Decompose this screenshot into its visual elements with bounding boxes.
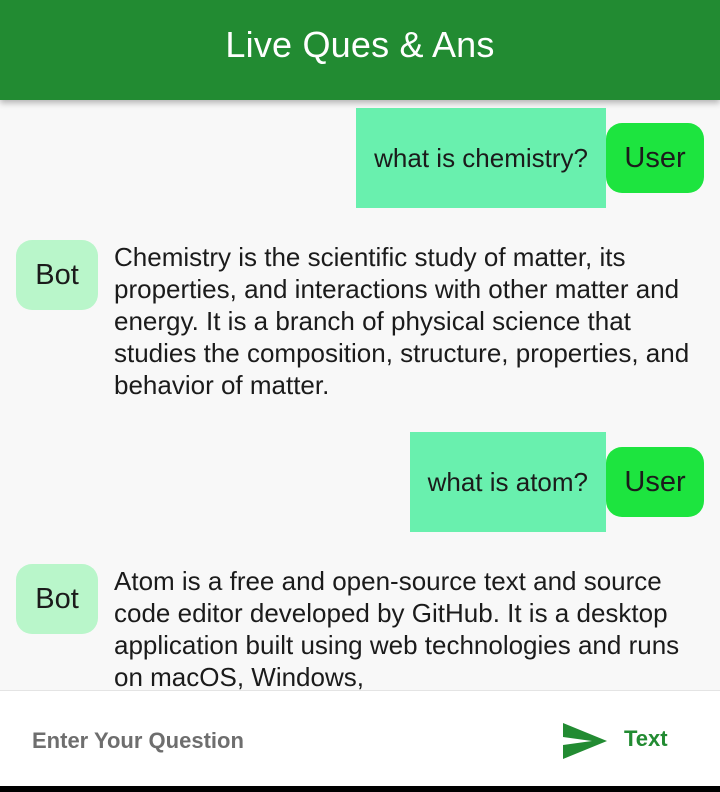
bot-sender-tag: Bot [16, 564, 98, 634]
send-icon[interactable] [562, 721, 608, 761]
user-message: what is chemistry? [356, 108, 606, 208]
app-title: Live Ques & Ans [225, 24, 495, 65]
app-screen: Live Ques & Ans what is chemistry? User … [0, 0, 720, 786]
chat-list[interactable]: what is chemistry? User Bot Chemistry is… [0, 100, 720, 690]
app-bar: Live Ques & Ans [0, 0, 720, 100]
bot-message: Chemistry is the scientific study of mat… [114, 242, 690, 400]
bot-sender-tag: Bot [16, 240, 98, 310]
question-input[interactable] [32, 719, 512, 763]
user-sender-tag: User [606, 123, 704, 193]
send-button[interactable]: Text [624, 726, 668, 752]
user-sender-tag: User [606, 447, 704, 517]
user-message: what is atom? [409, 432, 606, 532]
bot-message: Atom is a free and open-source text and … [114, 566, 680, 690]
input-bar: Text [0, 690, 720, 786]
